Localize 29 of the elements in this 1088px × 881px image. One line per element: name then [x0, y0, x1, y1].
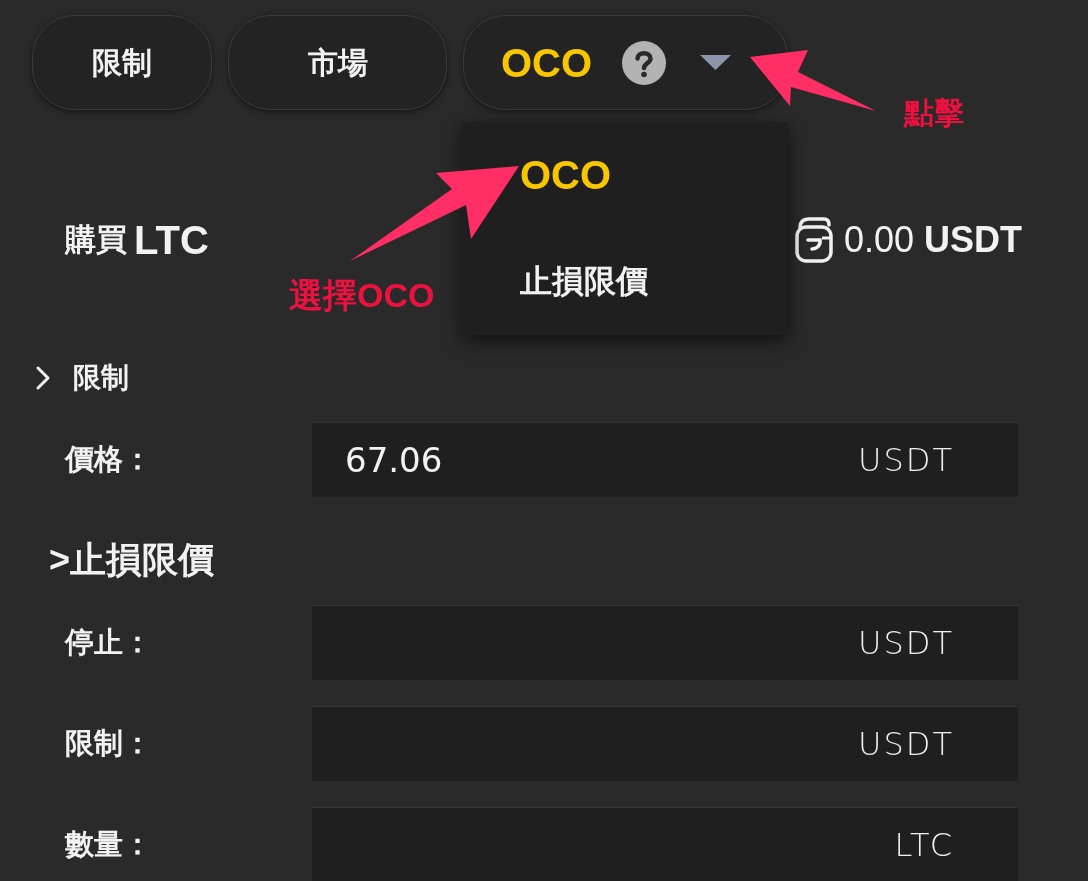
buy-label: 購買: [65, 220, 127, 259]
help-icon[interactable]: [622, 40, 667, 85]
field-label: 停止：: [65, 624, 152, 660]
unit-label: USDT: [858, 440, 954, 481]
chevron-right-icon[interactable]: [35, 365, 51, 391]
input-field[interactable]: 67.06 USDT: [312, 422, 1018, 497]
unit-label: LTC: [894, 825, 954, 866]
input-field[interactable]: USDT: [312, 605, 1018, 680]
order-type-dropdown[interactable]: OCO: [463, 15, 788, 110]
field-label: 價格：: [65, 441, 152, 477]
input-field[interactable]: USDT: [312, 706, 1018, 781]
unit-label: USDT: [858, 623, 954, 664]
order-type-tab[interactable]: 限制: [32, 15, 212, 110]
input-field[interactable]: LTC: [312, 807, 1018, 881]
balance-amount: 0.00 USDT: [843, 218, 1022, 262]
order-type-tab[interactable]: 市場: [228, 15, 447, 110]
field-label: 限制：: [65, 725, 152, 761]
dropdown-option[interactable]: 止損限價: [462, 228, 788, 334]
annotation-label: 選擇OCO: [289, 275, 435, 316]
field-value: 67.06: [345, 438, 443, 482]
section-title[interactable]: 限制: [73, 357, 129, 399]
unit-label: USDT: [858, 724, 954, 765]
wallet-icon: [793, 216, 834, 264]
caret-down-icon: [700, 55, 732, 70]
dropdown-option[interactable]: OCO: [462, 122, 788, 228]
asset-symbol: LTC: [134, 217, 209, 264]
annotation-label: 點擊: [904, 95, 964, 131]
field-label: 數量：: [65, 826, 152, 862]
section-title[interactable]: >止損限價: [49, 533, 215, 587]
